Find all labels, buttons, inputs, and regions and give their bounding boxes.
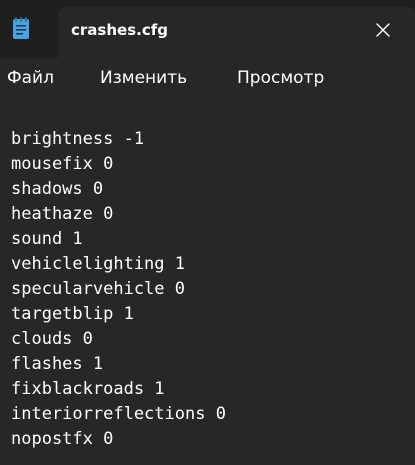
tab-title: crashes.cfg (71, 21, 168, 39)
editor-line: vehiclelighting 1 (11, 254, 185, 274)
editor-line: nopostfx 0 (11, 429, 114, 449)
editor-line: sound 1 (11, 229, 83, 249)
title-bar: crashes.cfg (0, 0, 415, 58)
notepad-icon[interactable] (12, 16, 30, 40)
menu-edit[interactable]: Изменить (100, 68, 187, 88)
editor-line: mousefix 0 (11, 154, 114, 174)
close-icon (376, 23, 390, 37)
close-tab-button[interactable] (360, 9, 406, 51)
editor-line: specularvehicle 0 (11, 279, 185, 299)
editor-line: brightness -1 (11, 129, 145, 149)
editor-line: targetblip 1 (11, 304, 134, 324)
menu-file[interactable]: Файл (7, 68, 54, 88)
editor-line: interiorreflections 0 (11, 404, 226, 424)
editor-line: clouds 0 (11, 329, 93, 349)
menu-bar: Файл Изменить Просмотр (0, 58, 415, 100)
editor-line: fixblackroads 1 (11, 379, 165, 399)
editor-line: heathaze 0 (11, 204, 114, 224)
editor-line: flashes 1 (11, 354, 104, 374)
editor-line: shadows 0 (11, 179, 104, 199)
text-editor[interactable]: brightness -1 mousefix 0 shadows 0 heath… (0, 100, 415, 465)
menu-view[interactable]: Просмотр (237, 68, 324, 88)
tab-crashes-cfg[interactable]: crashes.cfg (58, 7, 415, 58)
